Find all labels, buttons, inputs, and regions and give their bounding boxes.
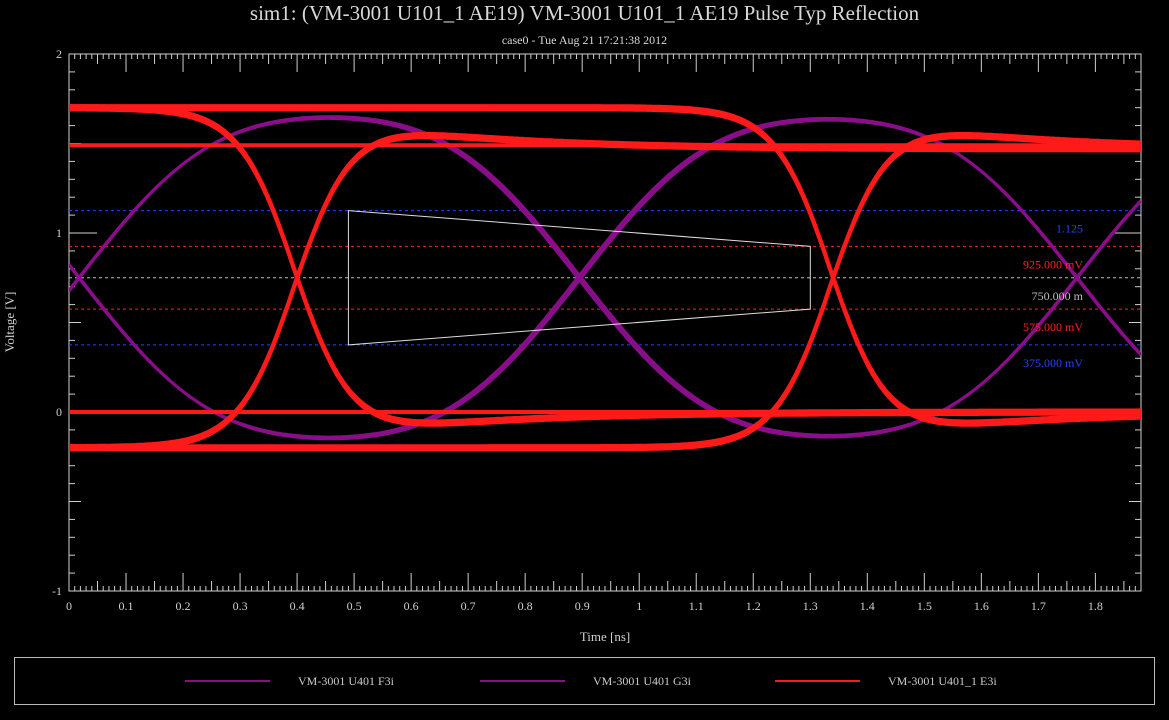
y-tick-labels: -1 0 1 2 <box>52 47 62 598</box>
chart-legend: VM-3001 U401 F3i VM-3001 U401 G3i VM-300… <box>14 657 1155 705</box>
x-axis-label: Time [ns] <box>580 629 630 644</box>
x-tick-label: 1.7 <box>1031 599 1046 613</box>
x-tick-label: 1.3 <box>803 599 818 613</box>
x-tick-labels: 0 0.1 0.2 0.3 0.4 0.5 0.6 0.7 0.8 0.9 1 1.1 1.2 1.3 1.… <box>66 599 1103 613</box>
x-tick-label: 1.5 <box>917 599 932 613</box>
reference-label: 1.125 <box>1056 222 1083 236</box>
legend-swatch <box>775 680 860 682</box>
y-tick-label: 0 <box>56 405 62 419</box>
y-axis-label: Voltage [V] <box>2 292 17 353</box>
legend-label: VM-3001 U401 F3i <box>298 673 395 688</box>
x-tick-label: 0.8 <box>518 599 533 613</box>
legend-label: VM-3001 U401 G3i <box>593 673 691 688</box>
x-tick-label: 1.6 <box>974 599 989 613</box>
legend-item: VM-3001 U401 F3i <box>185 658 394 704</box>
reference-label: 925.000 mV <box>1023 257 1083 271</box>
x-tick-label: 1.4 <box>860 599 875 613</box>
x-tick-label: 0.3 <box>233 599 248 613</box>
legend-swatch <box>185 680 270 682</box>
legend-label: VM-3001 U401_1 E3i <box>888 673 997 688</box>
legend-item: VM-3001 U401_1 E3i <box>775 658 997 704</box>
x-tick-label: 0.1 <box>119 599 134 613</box>
x-tick-label: 1.1 <box>689 599 704 613</box>
reference-label: 375.000 mV <box>1023 356 1083 370</box>
y-tick-label: 2 <box>56 47 62 61</box>
x-tick-label: 1.8 <box>1088 599 1103 613</box>
y-tick-label: 1 <box>56 226 62 240</box>
legend-swatch <box>480 680 565 682</box>
x-tick-label: 0.6 <box>404 599 419 613</box>
x-tick-label: 0.2 <box>176 599 191 613</box>
x-tick-label: 0.9 <box>575 599 590 613</box>
x-tick-label: 1 <box>636 599 642 613</box>
x-tick-label: 0 <box>66 599 72 613</box>
reference-label: 750.000 m <box>1032 289 1084 303</box>
x-tick-label: 0.7 <box>461 599 476 613</box>
y-tick-label: -1 <box>52 584 62 598</box>
eye-diagram-plot: 1.125 925.000 mV 750.000 m 575.000 mV 375.00… <box>2 47 1142 644</box>
legend-item: VM-3001 U401 G3i <box>480 658 691 704</box>
x-tick-label: 1.2 <box>746 599 761 613</box>
reference-label: 575.000 mV <box>1023 320 1083 334</box>
x-tick-label: 0.4 <box>290 599 305 613</box>
x-tick-label: 0.5 <box>347 599 362 613</box>
